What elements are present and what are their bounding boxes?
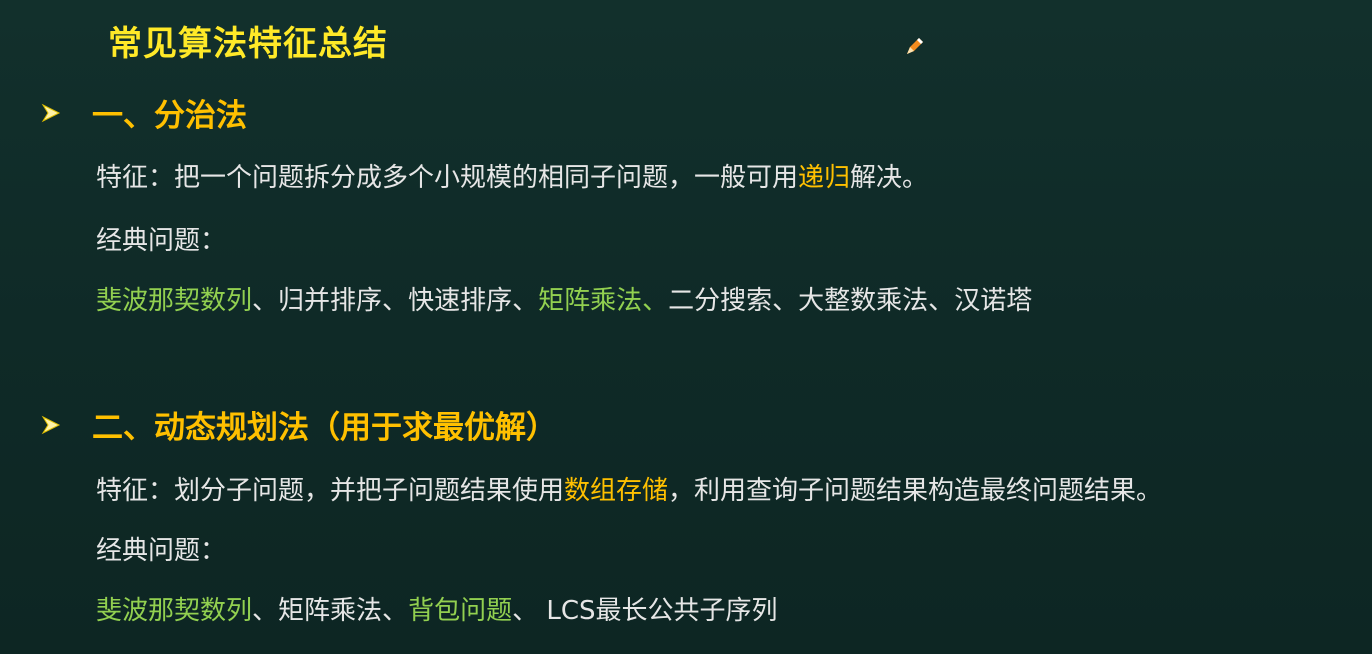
- separator: 、: [772, 286, 799, 316]
- separator: 、: [252, 286, 279, 316]
- slide: 常见算法特征总结 一、分治法 特征：把一个问题拆分成多个小规模的相同子问题，一般…: [0, 0, 1372, 654]
- section-heading-text: 二、动态规划法（用于求最优解）: [92, 410, 557, 446]
- pencil-icon: [907, 38, 923, 54]
- list-item: 矩阵乘法: [278, 596, 383, 626]
- list-item: 汉诺塔: [954, 286, 1033, 316]
- list-item: 快速排序: [408, 286, 513, 316]
- feature-line-divide-conquer: 特征：把一个问题拆分成多个小规模的相同子问题，一般可用递归解决。: [96, 157, 928, 194]
- separator: 、: [928, 286, 955, 316]
- feature-prefix: 特征：划分子问题，并把子问题结果使用: [96, 476, 565, 506]
- problems-list-dynamic-programming: 斐波那契数列、矩阵乘法、背包问题、 LCS最长公共子序列: [96, 590, 778, 627]
- list-item: 背包问题: [408, 596, 513, 626]
- section-heading-dynamic-programming: 二、动态规划法（用于求最优解）: [40, 402, 557, 447]
- separator: 、: [252, 596, 279, 626]
- list-item: 二分搜索: [668, 286, 773, 316]
- section-heading-divide-conquer: 一、分治法: [40, 90, 247, 135]
- problems-label: 经典问题：: [96, 536, 227, 566]
- problems-label: 经典问题：: [96, 226, 227, 256]
- slide-title: 常见算法特征总结: [108, 24, 388, 64]
- separator: 、: [512, 596, 547, 626]
- separator: 、: [382, 286, 409, 316]
- arrow-bullet-icon: [41, 415, 61, 434]
- list-item: 斐波那契数列: [96, 596, 253, 626]
- feature-highlight: 数组存储: [564, 476, 669, 506]
- list-item: 归并排序: [278, 286, 383, 316]
- feature-suffix: 解决。: [850, 163, 929, 193]
- list-item: 斐波那契数列: [96, 286, 253, 316]
- separator: 、: [642, 286, 669, 316]
- separator: 、: [382, 596, 409, 626]
- list-item: 大整数乘法: [798, 286, 929, 316]
- arrow-bullet-icon: [41, 103, 61, 122]
- feature-suffix: ，利用查询子问题结果构造最终问题结果。: [668, 476, 1163, 506]
- feature-highlight: 递归: [798, 163, 851, 193]
- feature-line-dynamic-programming: 特征：划分子问题，并把子问题结果使用数组存储，利用查询子问题结果构造最终问题结果…: [96, 470, 1162, 507]
- list-item: LCS最长公共子序列: [546, 596, 778, 626]
- section-heading-text: 一、分治法: [92, 98, 247, 134]
- feature-prefix: 特征：把一个问题拆分成多个小规模的相同子问题，一般可用: [96, 163, 799, 193]
- problems-list-divide-conquer: 斐波那契数列、归并排序、快速排序、矩阵乘法、二分搜索、大整数乘法、汉诺塔: [96, 280, 1032, 317]
- separator: 、: [512, 286, 539, 316]
- list-item: 矩阵乘法: [538, 286, 643, 316]
